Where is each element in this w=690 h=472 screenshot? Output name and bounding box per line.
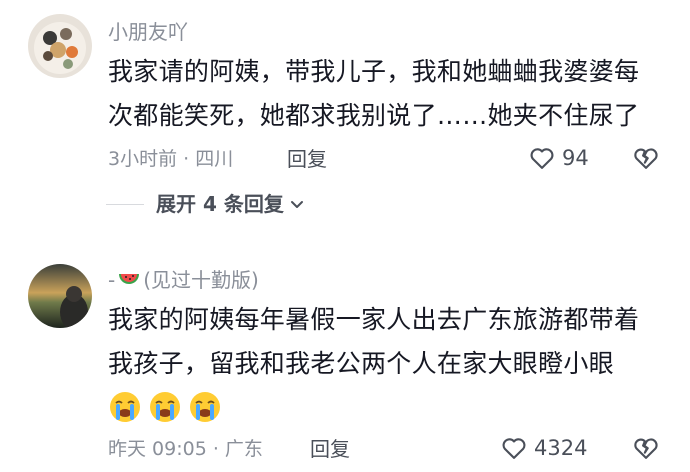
comment-item: - (见过十勤版) 我家的阿姨每年暑假一家人出去广东旅游都带着 我孩子，留我和我… [0,250,690,472]
broken-heart-icon [634,148,658,169]
divider [106,203,144,205]
username[interactable]: - (见过十勤版) [108,268,259,292]
comment-text: 我家的阿姨每年暑假一家人出去广东旅游都带着 我孩子，留我和我老公两个人在家大眼瞪… [108,298,639,386]
username-prefix: - [108,268,116,292]
heart-outline-icon [502,438,526,459]
reaction-emojis [108,390,222,424]
comment-text: 我家请的阿姨，带我儿子，我和她蛐蛐我婆婆每 次都能笑死，她都求我别说了……她夹不… [108,50,639,138]
loudly-crying-face-icon [110,392,140,422]
like-button[interactable]: 94 [528,144,589,172]
dislike-button[interactable] [632,144,660,176]
comment-text-line: 我家的阿姨每年暑假一家人出去广东旅游都带着 [108,305,640,334]
expand-replies-label: 展开 4 条回复 [156,192,284,216]
avatar[interactable] [28,14,92,78]
avatar[interactable] [28,264,92,328]
like-count: 94 [562,146,589,170]
comment-meta: 昨天 09:05 · 广东 [108,438,263,460]
loudly-crying-face-icon [150,392,180,422]
like-count: 4324 [534,436,588,460]
reply-button[interactable]: 回复 [310,437,350,461]
heart-outline-icon [530,148,554,169]
dislike-button[interactable] [632,434,660,466]
broken-heart-icon [634,438,658,459]
chevron-down-icon [290,201,303,208]
like-button[interactable]: 4324 [500,434,587,462]
comment-item: 小朋友吖 我家请的阿姨，带我儿子，我和她蛐蛐我婆婆每 次都能笑死，她都求我别说了… [0,0,690,230]
reply-button[interactable]: 回复 [287,147,327,171]
loudly-crying-face-icon [190,392,220,422]
comment-meta: 3小时前 · 四川 [108,148,234,170]
comment-text-line: 我孩子，留我和我老公两个人在家大眼瞪小眼 [108,349,615,378]
watermelon-icon [119,274,140,284]
expand-replies-button[interactable]: 展开 4 条回复 [106,192,306,216]
comment-text-line: 次都能笑死，她都求我别说了……她夹不住尿了 [108,101,640,130]
comment-text-line: 我家请的阿姨，带我儿子，我和她蛐蛐我婆婆每 [108,57,640,86]
username-suffix: (见过十勤版) [143,268,259,292]
username[interactable]: 小朋友吖 [108,20,188,44]
